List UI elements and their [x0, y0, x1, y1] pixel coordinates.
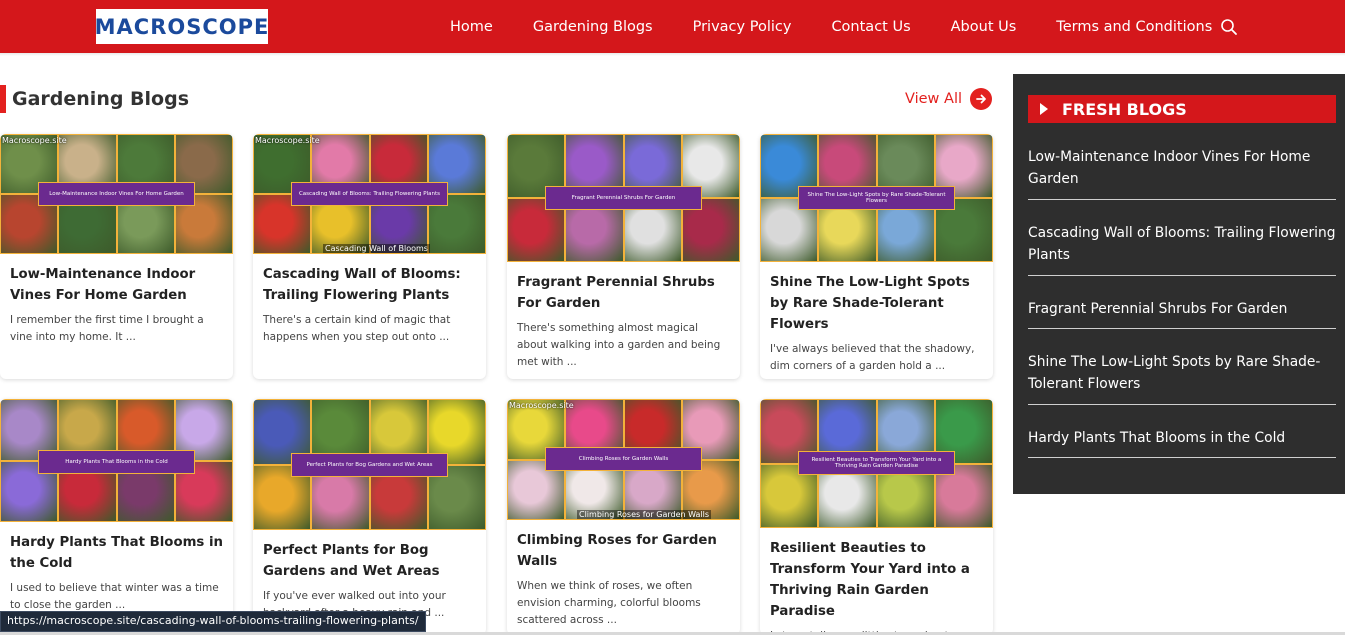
sidebar-item-fragrant-shrubs[interactable]: Fragrant Perennial Shrubs For Garden — [1028, 298, 1336, 329]
fresh-blogs-title: FRESH BLOGS — [1062, 99, 1187, 119]
section-accent-bar — [0, 85, 6, 113]
thumbnail-banner-text: Low-Maintenance Indoor Vines For Home Ga… — [49, 191, 184, 197]
nav-home[interactable]: Home — [450, 19, 493, 35]
thumbnail-watermark: Macroscope.site — [2, 136, 67, 145]
thumbnail-banner-text: Climbing Roses for Garden Walls — [578, 456, 669, 462]
nav-gardening-blogs[interactable]: Gardening Blogs — [533, 19, 653, 35]
sidebar-item-hardy-plants[interactable]: Hardy Plants That Blooms in the Cold — [1028, 427, 1336, 458]
blog-card[interactable]: Low-Maintenance Indoor Vines For Home Ga… — [0, 134, 233, 379]
card-title[interactable]: Low-Maintenance Indoor Vines For Home Ga… — [0, 264, 233, 306]
sidebar-item-indoor-vines[interactable]: Low-Maintenance Indoor Vines For Home Ga… — [1028, 146, 1336, 200]
nav-contact-us[interactable]: Contact Us — [831, 19, 910, 35]
card-thumbnail[interactable]: Climbing Roses for Garden Walls Macroscop… — [507, 399, 740, 520]
blog-card[interactable]: Shine The Low-Light Spots by Rare Shade-… — [760, 134, 993, 379]
card-title[interactable]: Cascading Wall of Blooms: Trailing Flowe… — [253, 264, 486, 306]
status-bar-url: https://macroscope.site/cascading-wall-o… — [0, 611, 426, 632]
logo-text: MACROSCOPE — [94, 14, 270, 39]
fresh-blogs-heading: FRESH BLOGS — [1028, 95, 1336, 123]
thumbnail-caption: Climbing Roses for Garden Walls — [577, 510, 712, 519]
thumbnail-caption: Cascading Wall of Blooms — [323, 244, 430, 253]
thumbnail-banner-text: Resilient Beauties to Transform Your Yar… — [811, 457, 942, 469]
fresh-blogs-sidebar: FRESH BLOGS Low-Maintenance Indoor Vines… — [1013, 74, 1345, 494]
card-thumbnail[interactable]: Hardy Plants That Blooms in the Cold — [0, 399, 233, 522]
card-title[interactable]: Fragrant Perennial Shrubs For Garden — [507, 272, 740, 314]
search-icon[interactable] — [1220, 18, 1238, 36]
thumbnail-banner-text: Fragrant Perennial Shrubs For Garden — [571, 195, 676, 201]
card-title[interactable]: Perfect Plants for Bog Gardens and Wet A… — [253, 540, 486, 582]
thumbnail-banner: Perfect Plants for Bog Gardens and Wet A… — [291, 453, 448, 477]
thumbnail-banner: Hardy Plants That Blooms in the Cold — [38, 450, 195, 474]
site-header: MACROSCOPE Home Gardening Blogs Privacy … — [0, 0, 1345, 53]
thumbnail-banner: Climbing Roses for Garden Walls — [545, 447, 702, 471]
card-excerpt: I've always believed that the shadowy, d… — [770, 343, 975, 372]
nav-about-us[interactable]: About Us — [951, 19, 1017, 35]
thumbnail-banner-text: Perfect Plants for Bog Gardens and Wet A… — [306, 462, 433, 468]
thumbnail-watermark: Macroscope.site — [509, 401, 574, 410]
card-excerpt: There's something almost magical about w… — [517, 322, 721, 368]
card-thumbnail[interactable]: Low-Maintenance Indoor Vines For Home Ga… — [0, 134, 233, 254]
thumbnail-banner: Shine The Low-Light Spots by Rare Shade-… — [798, 186, 955, 210]
card-thumbnail[interactable]: Cascading Wall of Blooms: Trailing Flowe… — [253, 134, 486, 254]
card-thumbnail[interactable]: Resilient Beauties to Transform Your Yar… — [760, 399, 993, 528]
card-title[interactable]: Shine The Low-Light Spots by Rare Shade-… — [760, 272, 993, 335]
arrow-right-icon — [970, 88, 992, 110]
sidebar-item-shade-tolerant[interactable]: Shine The Low-Light Spots by Rare Shade-… — [1028, 351, 1336, 405]
card-thumbnail[interactable]: Fragrant Perennial Shrubs For Garden — [507, 134, 740, 262]
blog-card[interactable]: Perfect Plants for Bog Gardens and Wet A… — [253, 399, 486, 635]
thumbnail-banner: Resilient Beauties to Transform Your Yar… — [798, 451, 955, 475]
card-thumbnail[interactable]: Perfect Plants for Bog Gardens and Wet A… — [253, 399, 486, 530]
main-nav: Home Gardening Blogs Privacy Policy Cont… — [450, 0, 1252, 53]
card-title[interactable]: Resilient Beauties to Transform Your Yar… — [760, 538, 993, 622]
view-all-label: View All — [905, 91, 962, 107]
play-arrow-icon — [1040, 103, 1048, 115]
nav-privacy-policy[interactable]: Privacy Policy — [693, 19, 792, 35]
thumbnail-banner: Low-Maintenance Indoor Vines For Home Ga… — [38, 182, 195, 206]
thumbnail-banner-text: Shine The Low-Light Spots by Rare Shade-… — [807, 192, 946, 204]
card-title[interactable]: Hardy Plants That Blooms in the Cold — [0, 532, 233, 574]
card-excerpt: When we think of roses, we often envisio… — [517, 580, 701, 626]
card-excerpt: I remember the first time I brought a vi… — [10, 314, 204, 343]
blog-card[interactable]: Fragrant Perennial Shrubs For Garden Frag… — [507, 134, 740, 379]
thumbnail-banner-text: Hardy Plants That Blooms in the Cold — [65, 459, 168, 465]
header-divider — [0, 53, 1345, 56]
sidebar-item-cascading-wall[interactable]: Cascading Wall of Blooms: Trailing Flowe… — [1028, 222, 1336, 276]
card-title[interactable]: Climbing Roses for Garden Walls — [507, 530, 740, 572]
thumbnail-banner: Cascading Wall of Blooms: Trailing Flowe… — [291, 182, 448, 206]
thumbnail-banner-text: Cascading Wall of Blooms: Trailing Flowe… — [298, 191, 441, 197]
blog-card[interactable]: Cascading Wall of Blooms: Trailing Flowe… — [253, 134, 486, 379]
card-thumbnail[interactable]: Shine The Low-Light Spots by Rare Shade-… — [760, 134, 993, 262]
view-all-link[interactable]: View All — [905, 88, 992, 110]
blog-card[interactable]: Hardy Plants That Blooms in the Cold Hard… — [0, 399, 233, 635]
thumbnail-watermark: Macroscope.site — [255, 136, 320, 145]
blog-card[interactable]: Climbing Roses for Garden Walls Macroscop… — [507, 399, 740, 635]
site-logo[interactable]: MACROSCOPE — [94, 9, 270, 44]
nav-terms-and-conditions[interactable]: Terms and Conditions — [1056, 19, 1212, 35]
thumbnail-banner: Fragrant Perennial Shrubs For Garden — [545, 186, 702, 210]
blog-card[interactable]: Resilient Beauties to Transform Your Yar… — [760, 399, 993, 635]
card-excerpt: There's a certain kind of magic that hap… — [263, 314, 451, 343]
card-excerpt: I used to believe that winter was a time… — [10, 582, 219, 611]
section-title: Gardening Blogs — [12, 88, 190, 110]
